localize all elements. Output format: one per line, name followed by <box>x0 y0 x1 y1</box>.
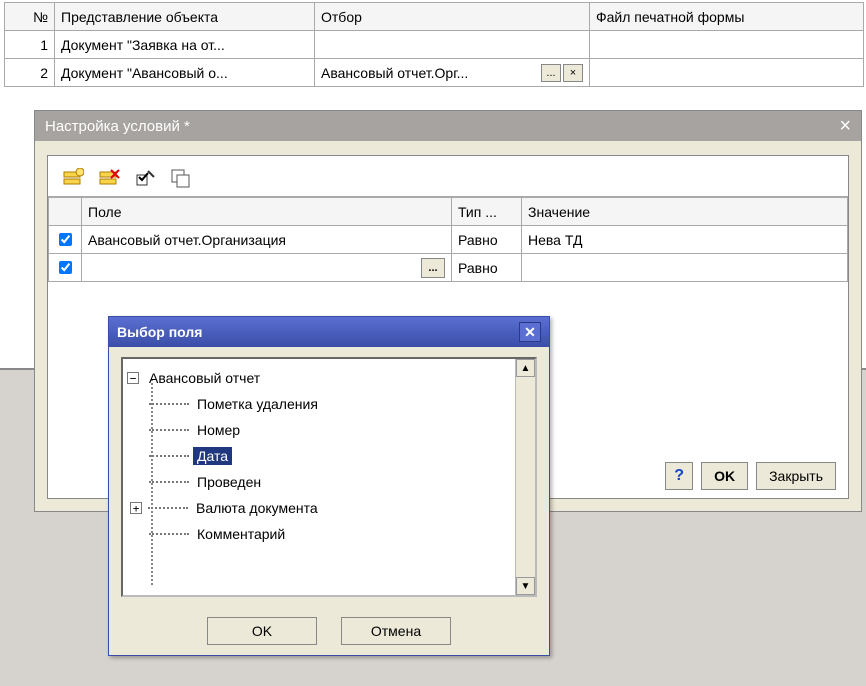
conditions-footer: ? OK Закрыть <box>665 462 836 490</box>
main-table: № Представление объекта Отбор Файл печат… <box>4 2 864 87</box>
tree-connector <box>149 455 189 457</box>
tree-item-label: Пометка удаления <box>193 395 322 413</box>
copy-row-icon[interactable] <box>168 166 194 190</box>
cell-file <box>590 59 864 87</box>
cell-sel-text: Авансовый отчет.Орг... <box>321 65 539 81</box>
tree-item-label: Валюта документа <box>192 499 322 517</box>
field-select-title-text: Выбор поля <box>117 324 202 340</box>
scroll-up-icon[interactable]: ▲ <box>516 359 535 377</box>
tree-root-label: Авансовый отчет <box>145 369 264 387</box>
col-field[interactable]: Поле <box>82 198 452 226</box>
col-obj[interactable]: Представление объекта <box>55 3 315 31</box>
expand-icon[interactable]: + <box>130 502 142 514</box>
cell-num: 1 <box>5 31 55 59</box>
main-table-header-row: № Представление объекта Отбор Файл печат… <box>5 3 864 31</box>
tree-item-label: Проведен <box>193 473 265 491</box>
cell-type[interactable]: Равно <box>452 254 522 282</box>
conditions-titlebar[interactable]: Настройка условий * × <box>35 111 861 141</box>
cell-field[interactable]: Авансовый отчет.Организация <box>82 226 452 254</box>
ok-button[interactable]: OK <box>207 617 317 645</box>
tree-item[interactable]: Номер <box>127 417 511 443</box>
cell-field[interactable]: ... <box>82 254 452 282</box>
table-row[interactable]: 2 Документ "Авансовый о... Авансовый отч… <box>5 59 864 87</box>
table-row[interactable]: Авансовый отчет.Организация Равно Нева Т… <box>49 226 848 254</box>
col-type[interactable]: Тип ... <box>452 198 522 226</box>
col-num[interactable]: № <box>5 3 55 31</box>
tree-item[interactable]: Пометка удаления <box>127 391 511 417</box>
col-value[interactable]: Значение <box>522 198 848 226</box>
conditions-title-text: Настройка условий * <box>45 118 190 135</box>
col-file[interactable]: Файл печатной формы <box>590 3 864 31</box>
tree-item[interactable]: Комментарий <box>127 521 511 547</box>
tree-connector <box>148 507 188 509</box>
tree-connector <box>149 429 189 431</box>
tree-item-label: Дата <box>193 447 232 465</box>
field-select-titlebar[interactable]: Выбор поля ✕ <box>109 317 549 347</box>
sel-clear-button[interactable]: × <box>563 64 583 82</box>
scroll-down-icon[interactable]: ▼ <box>516 577 535 595</box>
tree-item[interactable]: + Валюта документа <box>127 495 511 521</box>
field-ellipsis-button[interactable]: ... <box>421 258 445 278</box>
cell-type[interactable]: Равно <box>452 226 522 254</box>
tree-item-label: Номер <box>193 421 244 439</box>
delete-row-icon[interactable] <box>96 166 122 190</box>
tree-connector <box>149 533 189 535</box>
conditions-toolbar <box>48 156 848 196</box>
cancel-button[interactable]: Отмена <box>341 617 451 645</box>
cell-num: 2 <box>5 59 55 87</box>
col-sel[interactable]: Отбор <box>315 3 590 31</box>
table-row[interactable]: ... Равно <box>49 254 848 282</box>
tree-item[interactable]: Проведен <box>127 469 511 495</box>
row-checkbox[interactable] <box>59 261 72 274</box>
cell-obj: Документ "Заявка на от... <box>55 31 315 59</box>
help-button[interactable]: ? <box>665 462 693 490</box>
field-tree-wrap: − Авансовый отчет Пометка удаления Номер… <box>121 357 537 597</box>
tree-root[interactable]: − Авансовый отчет <box>127 365 511 391</box>
tree-connector <box>149 403 189 405</box>
close-button[interactable]: Закрыть <box>756 462 836 490</box>
cell-sel <box>315 31 590 59</box>
expand-icon[interactable]: − <box>127 372 139 384</box>
conditions-table: Поле Тип ... Значение Авансовый отчет.Ор… <box>48 197 848 282</box>
tree-item-label: Комментарий <box>193 525 289 543</box>
cell-obj: Документ "Авансовый о... <box>55 59 315 87</box>
col-check <box>49 198 82 226</box>
cell-value[interactable] <box>522 254 848 282</box>
edit-row-icon[interactable] <box>132 166 158 190</box>
tree-connector <box>149 481 189 483</box>
conditions-close-icon[interactable]: × <box>839 115 851 138</box>
tree-scrollbar[interactable]: ▲ ▼ <box>515 359 535 595</box>
cell-file <box>590 31 864 59</box>
tree-item[interactable]: Дата <box>127 443 511 469</box>
add-row-icon[interactable] <box>60 166 86 190</box>
row-checkbox[interactable] <box>59 233 72 246</box>
sel-ellipsis-button[interactable]: ... <box>541 64 561 82</box>
conditions-header-row: Поле Тип ... Значение <box>49 198 848 226</box>
cell-value[interactable]: Нева ТД <box>522 226 848 254</box>
field-select-dialog: Выбор поля ✕ − Авансовый отчет Пометка у… <box>108 316 550 656</box>
ok-button[interactable]: OK <box>701 462 748 490</box>
field-select-footer: OK Отмена <box>109 617 549 645</box>
field-tree[interactable]: − Авансовый отчет Пометка удаления Номер… <box>123 359 515 595</box>
table-row[interactable]: 1 Документ "Заявка на от... <box>5 31 864 59</box>
field-select-close-icon[interactable]: ✕ <box>519 322 541 342</box>
cell-sel[interactable]: Авансовый отчет.Орг... ... × <box>315 59 590 87</box>
